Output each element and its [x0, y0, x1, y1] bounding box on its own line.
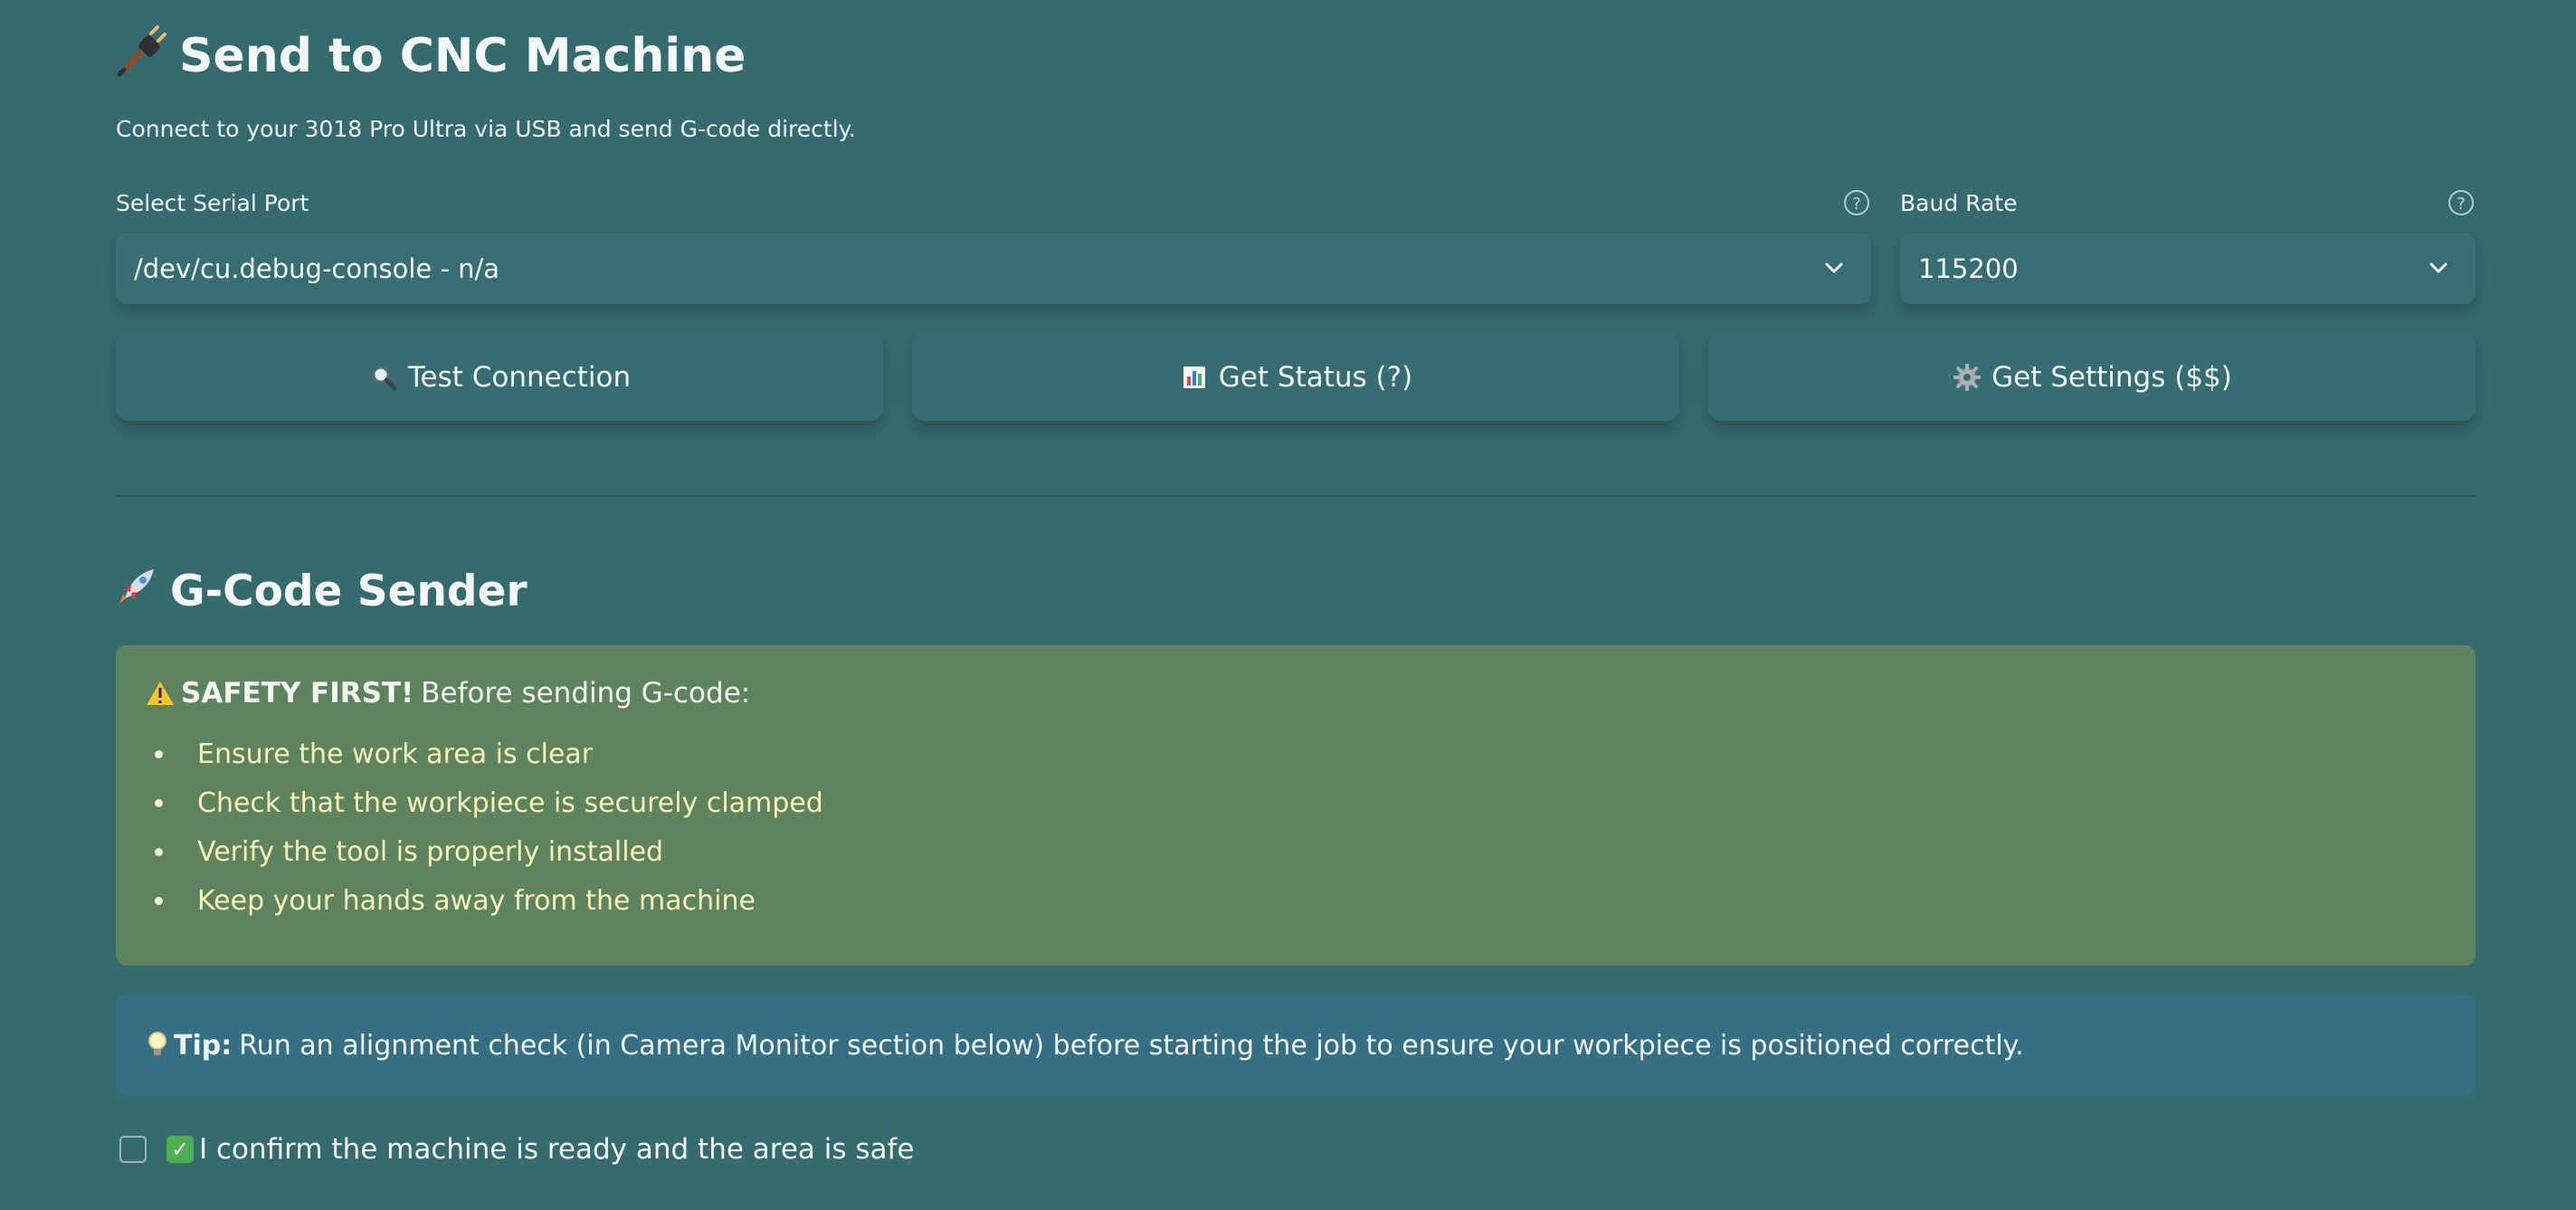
baud-rate-value: 115200	[1918, 253, 2019, 284]
section-divider	[116, 495, 2476, 497]
page-title-text: Send to CNC Machine	[179, 29, 746, 83]
get-settings-label: Get Settings ($$)	[1991, 361, 2232, 394]
tip-label: Tip:	[174, 1029, 233, 1062]
safety-list-item: Ensure the work area is clear	[155, 729, 2447, 778]
chevron-down-icon	[1825, 262, 1843, 273]
gcode-sender-title: G-Code Sender	[116, 559, 528, 623]
page-subtitle: Connect to your 3018 Pro Ultra via USB a…	[116, 116, 856, 142]
get-status-button[interactable]: Get Status (?)	[912, 334, 1679, 421]
test-connection-label: Test Connection	[407, 361, 632, 394]
page-title: Send to CNC Machine	[116, 20, 746, 92]
safety-confirmation[interactable]: ✓ I confirm the machine is ready and the…	[119, 1130, 915, 1168]
tip-text: Run an alignment check (in Camera Monito…	[239, 1029, 2024, 1062]
warning-icon	[145, 678, 176, 709]
plug-icon	[116, 24, 168, 89]
safety-list: Ensure the work area is clear Check that…	[145, 729, 2447, 925]
safety-list-item: Check that the workpiece is securely cla…	[155, 778, 2447, 827]
serial-port-value: /dev/cu.debug-console - n/a	[134, 253, 500, 284]
serial-port-select[interactable]: /dev/cu.debug-console - n/a	[116, 233, 1871, 304]
safety-list-item: Keep your hands away from the machine	[155, 876, 2447, 925]
safety-warning-title: SAFETY FIRST! Before sending G-code:	[145, 673, 2447, 713]
bar-chart-icon	[1179, 362, 1210, 393]
baud-rate-label: Baud Rate	[1900, 190, 2018, 216]
safety-confirmation-label: I confirm the machine is ready and the a…	[199, 1133, 915, 1166]
alignment-tip-box: Tip: Run an alignment check (in Camera M…	[116, 995, 2476, 1096]
get-settings-button[interactable]: Get Settings ($$)	[1708, 334, 2476, 421]
serial-port-help-icon[interactable]: ?	[1844, 190, 1869, 215]
rocket-icon	[116, 564, 159, 618]
chevron-down-icon	[2429, 262, 2448, 273]
magnifying-glass-icon	[368, 362, 399, 393]
safety-warning-box: SAFETY FIRST! Before sending G-code: Ens…	[116, 645, 2476, 966]
gear-icon	[1952, 362, 1982, 393]
safety-list-item: Verify the tool is properly installed	[155, 827, 2447, 876]
gcode-sender-title-text: G-Code Sender	[170, 566, 528, 616]
safety-confirmation-checkbox[interactable]	[119, 1136, 147, 1163]
serial-port-label: Select Serial Port	[116, 190, 309, 216]
lightbulb-icon	[145, 1030, 170, 1061]
test-connection-button[interactable]: Test Connection	[116, 334, 883, 421]
get-status-label: Get Status (?)	[1218, 361, 1413, 394]
baud-rate-select[interactable]: 115200	[1900, 233, 2476, 304]
check-mark-icon: ✓	[166, 1136, 194, 1163]
baud-rate-help-icon[interactable]: ?	[2448, 190, 2474, 215]
safety-first-label: SAFETY FIRST!	[181, 677, 414, 710]
safety-intro: Before sending G-code:	[421, 677, 751, 710]
